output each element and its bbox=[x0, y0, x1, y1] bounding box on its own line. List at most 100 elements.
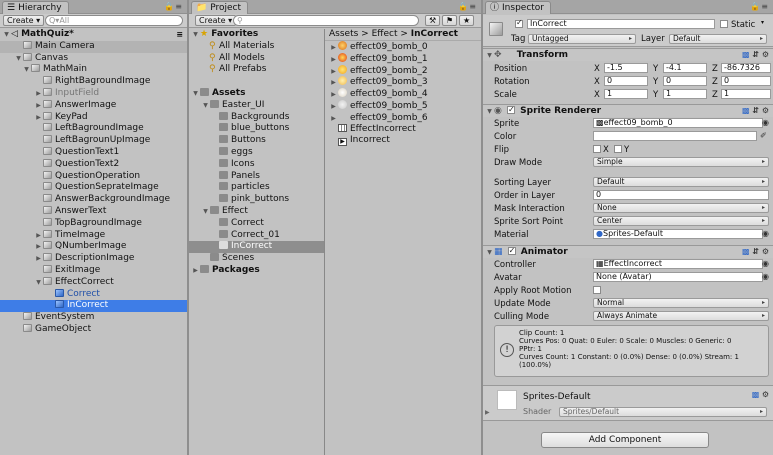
tree-item-leftbagroundimage[interactable]: LeftBagroundImage bbox=[0, 123, 187, 135]
tree-item-eventsystem[interactable]: EventSystem bbox=[0, 312, 187, 324]
lock-icon[interactable]: 🔒 bbox=[458, 2, 469, 11]
position-z-field[interactable]: -86.7326 bbox=[721, 63, 771, 73]
material-field[interactable]: ●Sprites-Default bbox=[593, 229, 763, 239]
file-effect09-bomb-6[interactable]: ▶ effect09_bomb_6 bbox=[325, 112, 481, 124]
help-icon[interactable]: ▩ bbox=[752, 390, 760, 399]
scale-z-label[interactable]: Z bbox=[712, 90, 718, 100]
folder-easter-ui[interactable]: ▼ Easter_UI bbox=[189, 99, 324, 112]
folder-blue-buttons[interactable]: blue_buttons bbox=[189, 123, 324, 135]
project-tab-controls[interactable]: 🔒≡ bbox=[458, 2, 477, 11]
file-effect09-bomb-3[interactable]: ▶ effect09_bomb_3 bbox=[325, 76, 481, 88]
assets-row[interactable]: ▼ Assets bbox=[189, 88, 324, 100]
folder-panels[interactable]: Panels bbox=[189, 170, 324, 183]
help-icon[interactable]: ▩ bbox=[742, 50, 750, 59]
panel-divider[interactable] bbox=[481, 0, 483, 455]
object-picker-icon[interactable]: ◉ bbox=[762, 259, 769, 268]
folder-buttons[interactable]: Buttons bbox=[189, 135, 324, 147]
tree-item-answerimage[interactable]: ▶ AnswerImage bbox=[0, 99, 187, 112]
scene-row[interactable]: ▼ ◁ MathQuiz* ≡ bbox=[0, 29, 187, 41]
gear-icon[interactable]: ⚙ bbox=[762, 390, 769, 399]
gear-icon[interactable]: ⚙ bbox=[762, 247, 769, 256]
eyedropper-icon[interactable]: ✐ bbox=[760, 131, 767, 140]
rot-y-label[interactable]: Y bbox=[653, 77, 658, 87]
static-checkbox[interactable] bbox=[720, 20, 728, 28]
culling-mode-dropdown[interactable]: Always Animate bbox=[593, 311, 769, 321]
rotation-x-field[interactable]: 0 bbox=[604, 76, 648, 86]
scale-x-field[interactable]: 1 bbox=[604, 89, 648, 99]
project-search-input[interactable]: ⚲ bbox=[233, 15, 419, 26]
file-effect09-bomb-5[interactable]: ▶ effect09_bomb_5 bbox=[325, 100, 481, 112]
tree-item-main-camera[interactable]: Main Camera bbox=[0, 40, 187, 53]
sprite-renderer-enabled-checkbox[interactable] bbox=[507, 104, 515, 116]
favorites-row[interactable]: ▼ ★ Favorites bbox=[189, 29, 324, 41]
object-picker-icon[interactable]: ◉ bbox=[762, 229, 769, 238]
tree-item-keypad[interactable]: ▶ KeyPad bbox=[0, 111, 187, 124]
controller-field[interactable]: ▦EffectIncorrect bbox=[593, 259, 763, 269]
tree-item-questionseprateimage[interactable]: QuestionSeprateImage bbox=[0, 182, 187, 194]
tree-item-correct[interactable]: Correct bbox=[0, 288, 187, 301]
tree-item-incorrect[interactable]: InCorrect bbox=[0, 300, 187, 313]
scale-y-label[interactable]: Y bbox=[653, 90, 658, 100]
gear-icon[interactable]: ⚙ bbox=[762, 106, 769, 115]
favorite-star-button[interactable]: ★ bbox=[459, 15, 475, 26]
file-effect09-bomb-0[interactable]: ▶ effect09_bomb_0 bbox=[325, 41, 481, 53]
component-header-icons[interactable]: ▩ ⇵ ⚙ bbox=[742, 49, 769, 61]
filter-by-type-button[interactable]: ⚒ bbox=[425, 15, 441, 26]
create-dropdown[interactable]: Create ▾ bbox=[3, 15, 45, 26]
folder-scenes[interactable]: Scenes bbox=[189, 253, 324, 265]
project-create-dropdown[interactable]: Create ▾ bbox=[195, 15, 237, 26]
tree-item-leftbagrounupimage[interactable]: LeftBagrounUpImage bbox=[0, 135, 187, 147]
tree-item-questiontext2[interactable]: QuestionText2 bbox=[0, 158, 187, 171]
tree-item-effectcorrect[interactable]: ▼ EffectCorrect bbox=[0, 276, 187, 289]
rot-z-label[interactable]: Z bbox=[712, 77, 718, 87]
tree-item-rightbagroundimage[interactable]: RightBagroundImage bbox=[0, 76, 187, 88]
menu-icon[interactable]: ≡ bbox=[469, 2, 477, 11]
static-dropdown-icon[interactable]: ▾ bbox=[761, 19, 764, 26]
fav-all-prefabs[interactable]: ⚲ All Prefabs bbox=[189, 64, 324, 76]
animator-enabled-checkbox[interactable] bbox=[507, 245, 516, 257]
lock-icon[interactable]: 🔒 bbox=[164, 2, 175, 11]
menu-icon[interactable]: ≡ bbox=[761, 2, 769, 11]
position-x-field[interactable]: -1.5 bbox=[604, 63, 648, 73]
folder-pink-buttons[interactable]: pink_buttons bbox=[189, 194, 324, 206]
position-y-field[interactable]: -4.1 bbox=[663, 63, 707, 73]
preset-icon[interactable]: ⇵ bbox=[752, 50, 759, 59]
object-picker-icon[interactable]: ◉ bbox=[762, 118, 769, 127]
folder-correct-01[interactable]: Correct_01 bbox=[189, 229, 324, 242]
project-tab[interactable]: 📁 Project bbox=[191, 1, 249, 14]
tree-item-answerbackgroundimage[interactable]: AnswerBackgroundImage bbox=[0, 194, 187, 206]
folder-incorrect[interactable]: InCorrect bbox=[189, 241, 324, 254]
hierarchy-search-input[interactable]: Q▾All bbox=[45, 15, 183, 26]
expand-arrow-icon[interactable]: ▶ bbox=[485, 409, 490, 416]
layer-dropdown[interactable]: Default bbox=[669, 34, 767, 44]
tree-item-topbagroundimage[interactable]: TopBagroundImage bbox=[0, 217, 187, 230]
breadcrumb-effect[interactable]: Effect bbox=[372, 29, 398, 39]
pos-y-label[interactable]: Y bbox=[653, 64, 658, 74]
tag-dropdown[interactable]: Untagged bbox=[528, 34, 636, 44]
preset-icon[interactable]: ⇵ bbox=[752, 247, 759, 256]
pos-z-label[interactable]: Z bbox=[712, 64, 718, 74]
sprite-sort-point-dropdown[interactable]: Center bbox=[593, 216, 769, 226]
tree-item-answertext[interactable]: AnswerText bbox=[0, 206, 187, 218]
rot-x-label[interactable]: X bbox=[594, 77, 600, 87]
breadcrumb-assets[interactable]: Assets bbox=[329, 29, 358, 39]
hierarchy-tab[interactable]: ☰ Hierarchy bbox=[2, 1, 69, 14]
order-in-layer-field[interactable]: 0 bbox=[593, 190, 769, 200]
fav-all-models[interactable]: ⚲ All Models bbox=[189, 53, 324, 65]
tree-item-qnumberimage[interactable]: ▶ QNumberImage bbox=[0, 241, 187, 253]
animator-header[interactable]: ▼▦ Animator ▩ ⇵ ⚙ bbox=[483, 245, 773, 258]
rotation-z-field[interactable]: 0 bbox=[721, 76, 771, 86]
folder-effect[interactable]: ▼ Effect bbox=[189, 206, 324, 218]
file-effectincorrect[interactable]: EffectIncorrect bbox=[325, 123, 481, 136]
inspector-tab[interactable]: ⓘ Inspector bbox=[485, 1, 551, 14]
fav-all-materials[interactable]: ⚲ All Materials bbox=[189, 41, 324, 53]
panel-divider[interactable] bbox=[187, 0, 189, 455]
folder-icons[interactable]: Icons bbox=[189, 158, 324, 171]
flip-x-checkbox[interactable] bbox=[593, 145, 601, 153]
breadcrumb-incorrect[interactable]: InCorrect bbox=[411, 29, 458, 39]
scale-y-field[interactable]: 1 bbox=[663, 89, 707, 99]
apply-root-motion-checkbox[interactable] bbox=[593, 286, 601, 294]
tree-item-questiontext1[interactable]: QuestionText1 bbox=[0, 147, 187, 159]
tree-item-timeimage[interactable]: ▶ TimeImage bbox=[0, 229, 187, 242]
folder-backgrounds[interactable]: Backgrounds bbox=[189, 111, 324, 124]
